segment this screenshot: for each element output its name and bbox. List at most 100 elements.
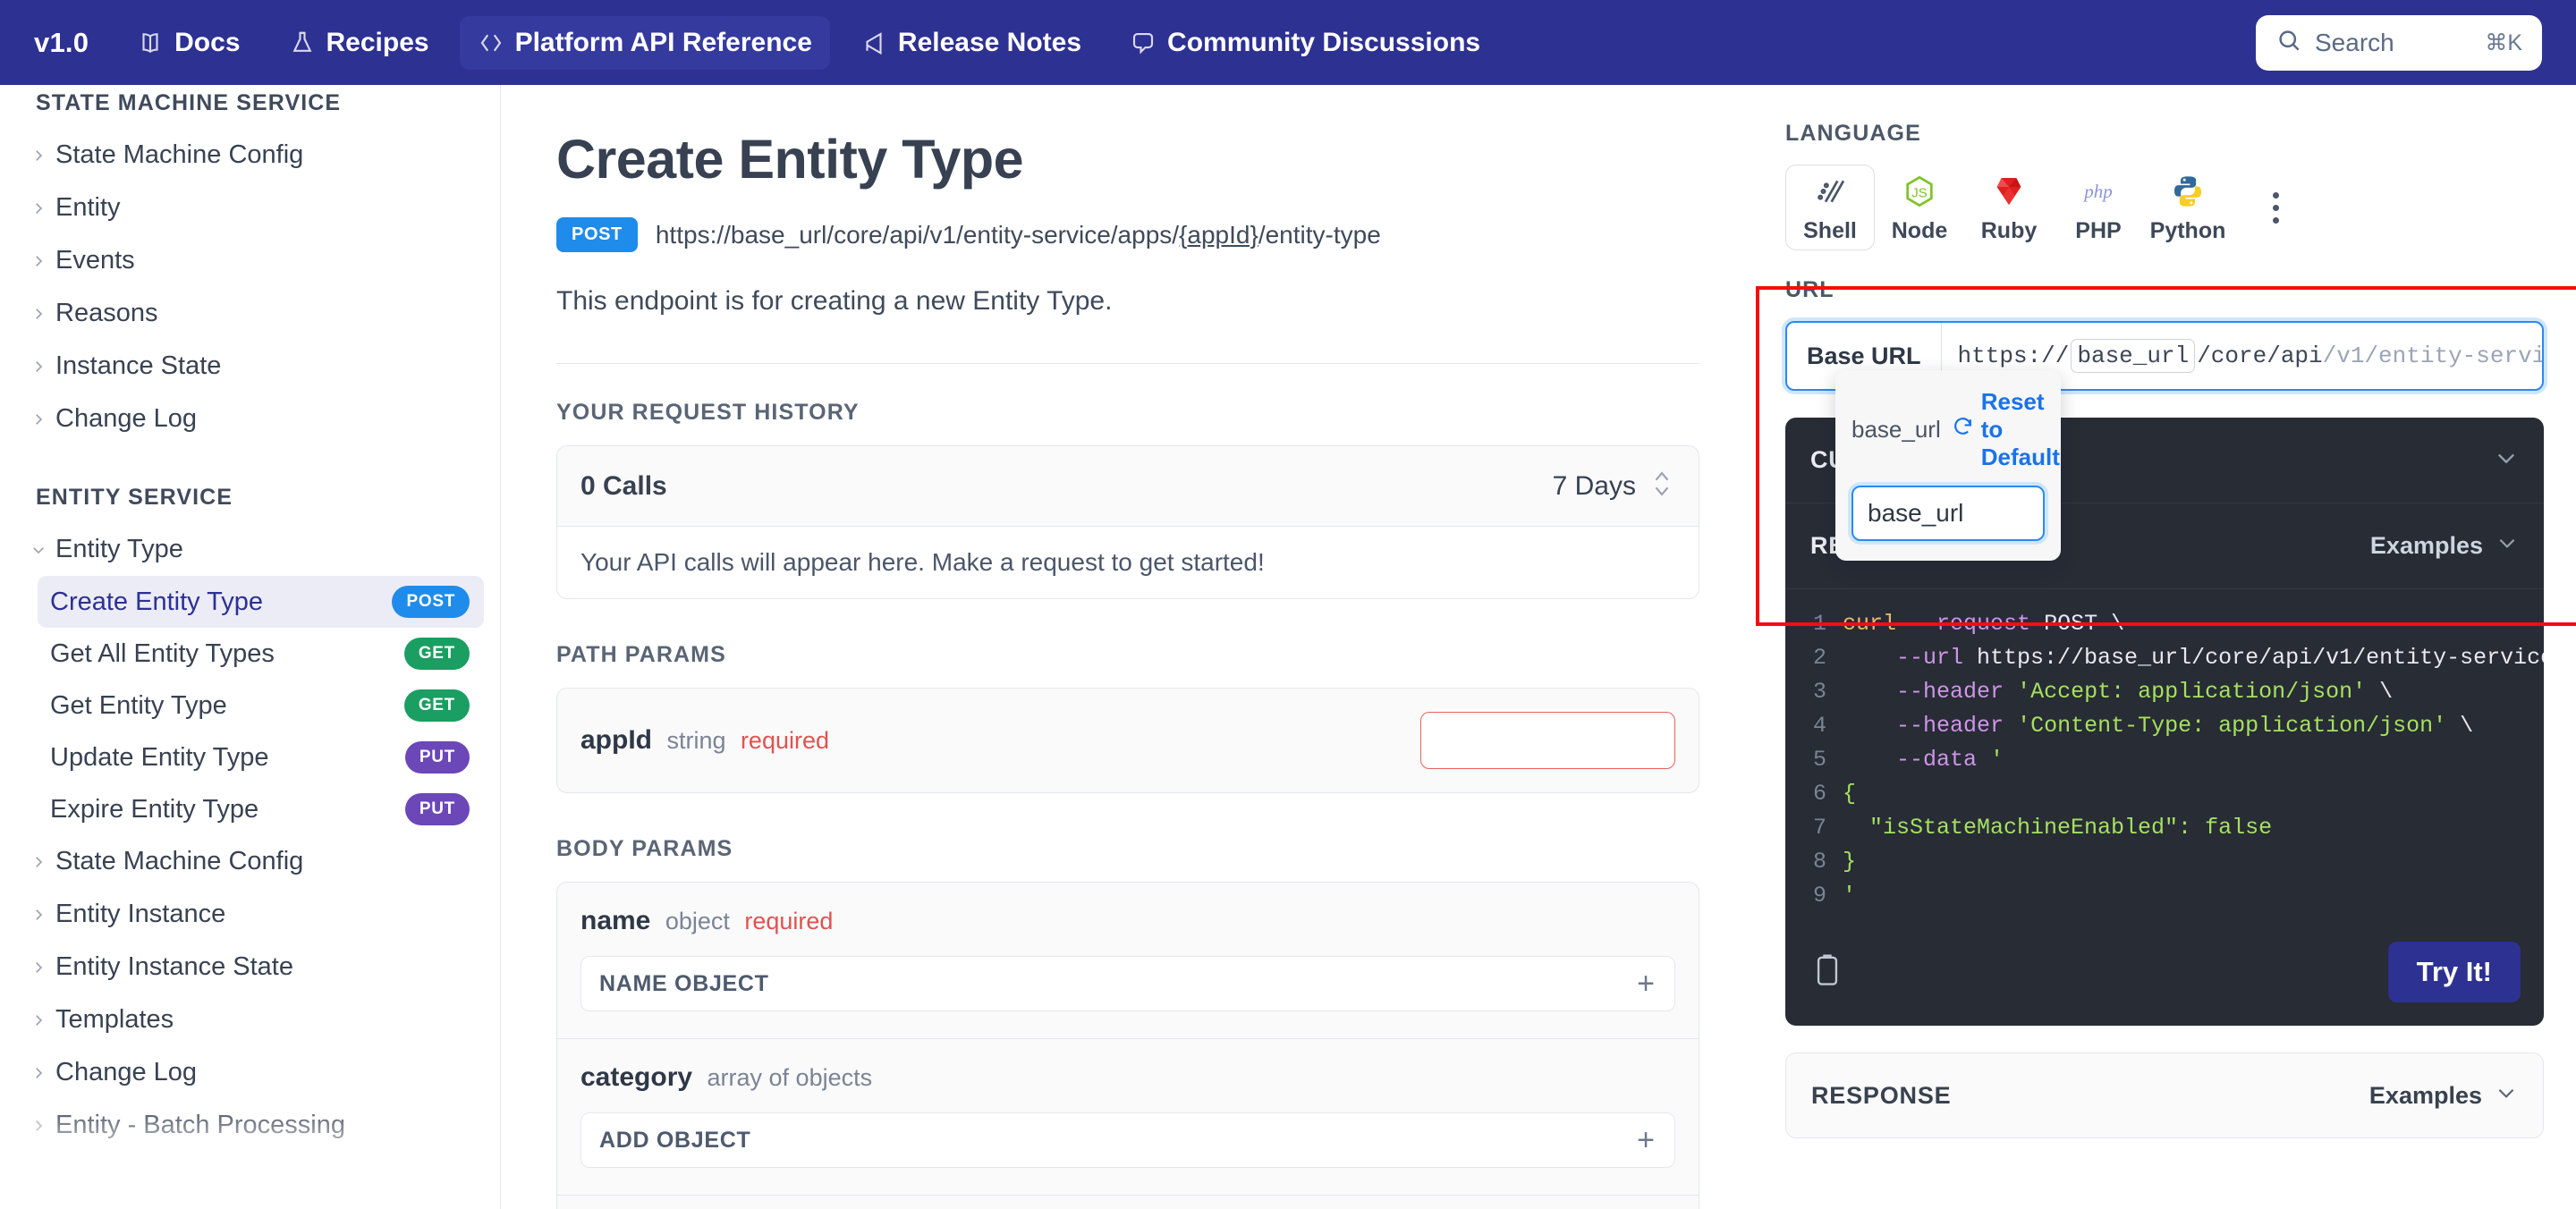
code-token: }: [1843, 849, 1857, 875]
chevron-down-icon[interactable]: [2494, 445, 2519, 475]
endpoint-url: https://base_url/core/api/v1/entity-serv…: [656, 221, 1381, 249]
code-token: {: [1843, 781, 1857, 807]
url-variable-chip[interactable]: base_url: [2071, 339, 2196, 373]
param-type: array of objects: [707, 1064, 873, 1091]
code-line: 3 --header 'Accept: application/json' \: [1785, 675, 2544, 709]
endpoint-method-badge: POST: [556, 217, 638, 252]
language-option-node[interactable]: JS Node: [1875, 165, 1964, 250]
sidebar-item-entity-batch-processing[interactable]: Entity - Batch Processing: [7, 1099, 486, 1152]
chevron-right-icon: [27, 1118, 50, 1134]
code-token: 'Content-Type: application/json': [2017, 713, 2447, 739]
sidebar-item-expire-entity-type[interactable]: Expire Entity Type PUT: [38, 783, 484, 835]
sidebar-item-label: Entity Instance State: [55, 952, 293, 981]
sidebar-item-label: Get All Entity Types: [50, 638, 275, 668]
language-option-python[interactable]: Python: [2143, 165, 2233, 250]
reset-to-default-button[interactable]: Reset to Default: [1952, 388, 2060, 471]
clipboard-icon[interactable]: [1812, 952, 1843, 993]
history-range-selector[interactable]: 7 Days: [1553, 466, 1674, 506]
sidebar-item-entity-type[interactable]: Entity Type: [7, 523, 486, 576]
nav-item-recipes[interactable]: Recipes: [271, 16, 447, 70]
sidebar-item-templates[interactable]: Templates: [7, 993, 486, 1046]
code-line: 1 curl --request POST \: [1785, 607, 2544, 641]
sidebar-item-instance-state[interactable]: Instance State: [7, 340, 486, 393]
nav-item-community-discussions[interactable]: Community Discussions: [1112, 16, 1498, 70]
chevron-right-icon: [27, 411, 50, 427]
try-it-button[interactable]: Try It!: [2387, 942, 2521, 1002]
sidebar-item-label: Change Log: [55, 404, 198, 433]
megaphone-icon: [860, 30, 887, 56]
nav-item-docs[interactable]: Docs: [119, 16, 258, 70]
sidebar-item-get-all-entity-types[interactable]: Get All Entity Types GET: [38, 628, 484, 680]
code-line: 7 "isStateMachineEnabled": false: [1785, 811, 2544, 845]
sidebar-navigation[interactable]: STATE MACHINE SERVICE State Machine Conf…: [0, 85, 501, 1209]
nodejs-icon: JS: [1902, 172, 1937, 211]
language-option-ruby[interactable]: Ruby: [1964, 165, 2054, 250]
kebab-menu-icon[interactable]: [2259, 181, 2292, 234]
nav-item-label: Community Discussions: [1167, 27, 1481, 57]
name-object-add-button[interactable]: NAME OBJECT +: [580, 956, 1675, 1011]
book-icon: [137, 30, 164, 56]
sidebar-item-change-log[interactable]: Change Log: [7, 393, 486, 445]
code-token: --data: [1896, 747, 1978, 773]
url-heading: URL: [1785, 277, 1835, 302]
sidebar-item-entity-change-log[interactable]: Change Log: [7, 1046, 486, 1099]
code-line-text: --header 'Accept: application/json' \: [1843, 675, 2393, 709]
sidebar-item-entity-instance[interactable]: Entity Instance: [7, 888, 486, 941]
nav-item-label: Platform API Reference: [514, 27, 812, 57]
sidebar-item-reasons[interactable]: Reasons: [7, 287, 486, 340]
code-block[interactable]: 1 curl --request POST \ 2 --url https://ba…: [1785, 589, 2544, 926]
sidebar-item-entity-instance-state[interactable]: Entity Instance State: [7, 941, 486, 993]
sidebar-item-label: Change Log: [55, 1058, 198, 1086]
category-add-object-button[interactable]: ADD OBJECT +: [580, 1112, 1675, 1168]
sidebar-item-update-entity-type[interactable]: Update Entity Type PUT: [38, 731, 484, 783]
language-selector: Shell JS Node Ruby php PHP Python: [1785, 165, 2544, 250]
code-token: ': [1843, 883, 1857, 909]
sidebar-item-entity[interactable]: Entity: [7, 182, 486, 234]
language-option-shell[interactable]: Shell: [1785, 165, 1875, 250]
method-badge-get: GET: [403, 689, 470, 722]
code-line-text: --url https://base_url/core/api/v1/entit…: [1843, 641, 2544, 675]
sidebar-item-label: Entity Type: [55, 535, 183, 563]
code-line: 2 --url https://base_url/core/api/v1/ent…: [1785, 641, 2544, 675]
sidebar-item-label: Events: [55, 246, 135, 275]
code-line-number: 3: [1812, 679, 1826, 705]
language-label: Shell: [1803, 217, 1857, 243]
nav-item-release-notes[interactable]: Release Notes: [843, 16, 1099, 70]
language-option-php[interactable]: php PHP: [2054, 165, 2143, 250]
param-name: appId: [580, 725, 652, 755]
stepper-updown-icon[interactable]: [1650, 466, 1674, 506]
sidebar-item-create-entity-type[interactable]: Create Entity Type POST: [38, 576, 484, 628]
code-brackets-icon: [478, 30, 504, 56]
param-name: name: [580, 906, 651, 935]
kebab-dot: [2272, 216, 2279, 224]
param-name: category: [580, 1062, 693, 1092]
search-input[interactable]: Search ⌘K: [2256, 14, 2542, 71]
param-type: object: [665, 908, 730, 934]
response-panel-header[interactable]: RESPONSE Examples: [1785, 1053, 2544, 1138]
nav-item-platform-api-reference[interactable]: Platform API Reference: [459, 15, 830, 70]
version-label[interactable]: v1.0: [34, 27, 89, 59]
code-line-text: ': [1843, 879, 1856, 913]
kebab-dot: [2272, 204, 2279, 211]
code-line-text: {: [1843, 777, 1856, 811]
sidebar-item-get-entity-type[interactable]: Get Entity Type GET: [38, 680, 484, 731]
sidebar-item-label: Get Entity Type: [50, 690, 227, 720]
sidebar-item-state-machine-config[interactable]: State Machine Config: [7, 129, 486, 182]
sidebar-item-entity-state-machine-config[interactable]: State Machine Config: [7, 835, 486, 888]
sidebar-item-events[interactable]: Events: [7, 234, 486, 287]
body-params-card: name object required NAME OBJECT + categ…: [556, 882, 1699, 1209]
base-url-variable-input[interactable]: base_url: [1852, 486, 2045, 541]
variable-name: base_url: [1852, 416, 1941, 443]
chevron-down-icon: [2496, 531, 2519, 561]
endpoint-url-prefix: https://base_url/core/api/v1/entity-serv…: [655, 220, 1180, 249]
appid-input[interactable]: [1420, 712, 1675, 769]
code-line: 9 ': [1785, 879, 2544, 913]
response-examples-selector[interactable]: Examples: [2369, 1081, 2518, 1111]
request-examples-selector[interactable]: Examples: [2370, 531, 2519, 561]
code-line-number: 8: [1812, 849, 1826, 875]
code-panel-footer: Try It!: [1785, 926, 2544, 1026]
call-count: 0 Calls: [580, 470, 667, 501]
